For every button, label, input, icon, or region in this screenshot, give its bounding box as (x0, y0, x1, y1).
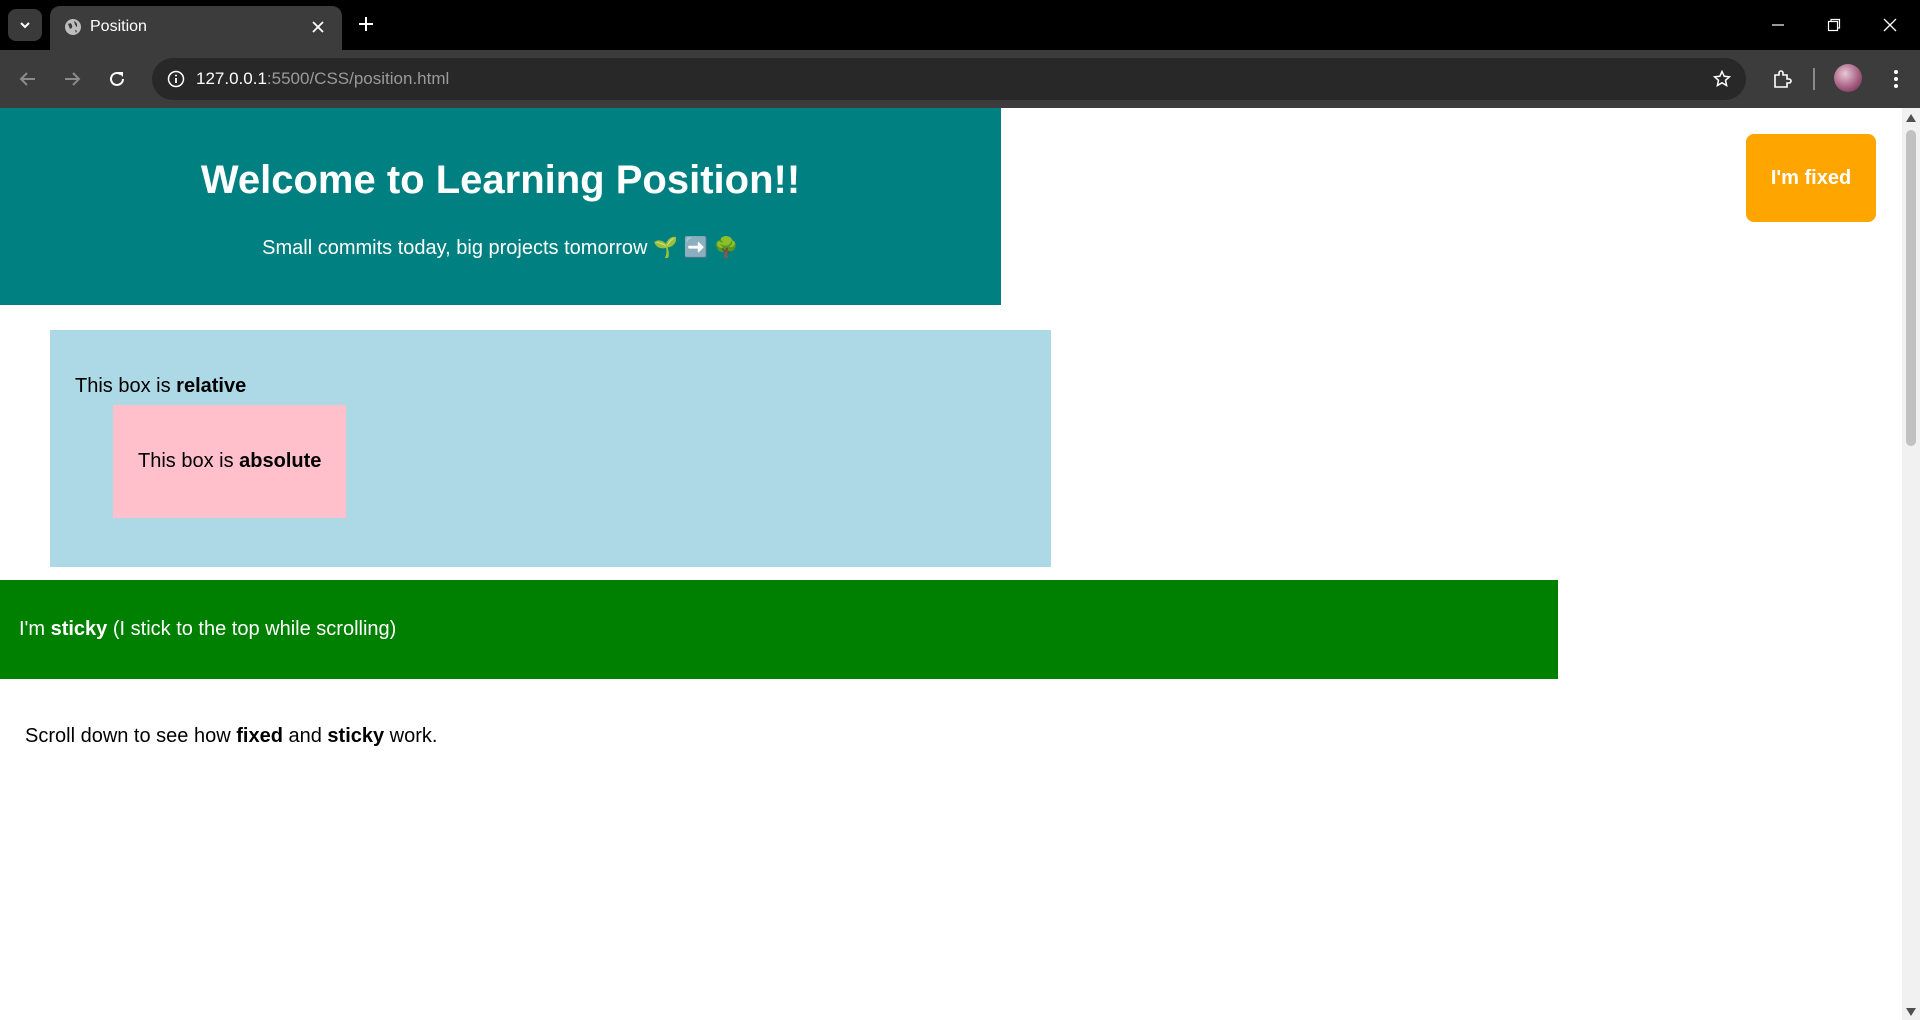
toolbar-divider (1813, 68, 1815, 90)
scrollbar-thumb[interactable] (1906, 130, 1916, 446)
scroll-down-arrow[interactable] (1906, 1008, 1916, 1016)
minimize-button[interactable] (1750, 0, 1806, 50)
relative-box-label: This box is relative (75, 375, 246, 398)
note-part-3: work. (384, 725, 438, 747)
sticky-bar-label: I'm sticky (I stick to the top while scr… (19, 618, 396, 641)
absolute-label-keyword: absolute (239, 450, 322, 472)
tab-search-button[interactable] (8, 9, 42, 41)
restore-button[interactable] (1806, 0, 1862, 50)
relative-label-keyword: relative (176, 375, 247, 397)
note-keyword-fixed: fixed (236, 725, 283, 747)
relative-label-prefix: This box is (75, 375, 177, 397)
url-path: :5500/CSS/position.html (266, 69, 450, 88)
forward-button[interactable] (56, 63, 88, 95)
fixed-box: I'm fixed (1746, 134, 1876, 222)
scroll-hint-text: Scroll down to see how fixed and sticky … (25, 725, 437, 748)
tab-title: Position (90, 18, 147, 35)
scroll-up-arrow[interactable] (1906, 114, 1916, 122)
tab-close-button[interactable] (306, 15, 330, 39)
page-title: Welcome to Learning Position!! (200, 158, 801, 202)
page-subtitle: Small commits today, big projects tomorr… (262, 237, 739, 259)
hero-header: Welcome to Learning Position!! Small com… (0, 108, 1001, 305)
url-text[interactable]: 127.0.0.1:5500/CSS/position.html (196, 69, 449, 89)
info-icon (167, 70, 185, 88)
vertical-scrollbar[interactable] (1902, 108, 1920, 1020)
star-icon (1713, 70, 1731, 88)
sticky-label-keyword: sticky (50, 618, 108, 640)
note-part-2: and (282, 725, 328, 747)
reload-icon (110, 71, 124, 86)
close-window-button[interactable] (1862, 0, 1918, 50)
back-button[interactable] (12, 63, 44, 95)
bookmark-button[interactable] (1710, 67, 1734, 91)
plus-icon (359, 17, 373, 31)
minimize-icon (1772, 24, 1784, 26)
reload-button[interactable] (101, 63, 133, 95)
restore-icon (1827, 18, 1841, 32)
note-part-1: Scroll down to see how (25, 725, 237, 747)
absolute-box-label: This box is absolute (138, 450, 321, 473)
page-viewport: Welcome to Learning Position!! Small com… (0, 108, 1920, 1020)
sticky-label-suffix: (I stick to the top while scrolling) (107, 618, 397, 640)
absolute-label-prefix: This box is (138, 450, 240, 472)
site-info-button[interactable] (162, 65, 190, 93)
absolute-box: This box is absolute (113, 405, 346, 518)
new-tab-button[interactable] (354, 12, 378, 36)
sticky-bar: I'm sticky (I stick to the top while scr… (0, 580, 1558, 679)
extensions-button[interactable] (1766, 63, 1798, 95)
browser-tab-active[interactable]: Position (50, 6, 342, 50)
close-icon (1883, 18, 1897, 32)
more-vertical-icon (1894, 70, 1898, 88)
arrow-right-icon (65, 72, 81, 86)
browser-toolbar: 127.0.0.1:5500/CSS/position.html (0, 50, 1920, 108)
close-icon (312, 21, 324, 33)
address-bar[interactable]: 127.0.0.1:5500/CSS/position.html (152, 58, 1746, 100)
arrow-left-icon (19, 72, 35, 86)
chevron-down-icon (20, 22, 30, 29)
browser-titlebar: Position (0, 0, 1920, 50)
relative-box: This box is relative This box is absolut… (50, 330, 1051, 567)
profile-avatar[interactable] (1834, 64, 1862, 92)
sticky-label-prefix: I'm (19, 618, 51, 640)
globe-icon (65, 19, 81, 35)
puzzle-icon (1774, 70, 1792, 88)
note-keyword-sticky: sticky (327, 725, 385, 747)
url-host: 127.0.0.1 (196, 69, 267, 88)
menu-button[interactable] (1880, 63, 1912, 95)
